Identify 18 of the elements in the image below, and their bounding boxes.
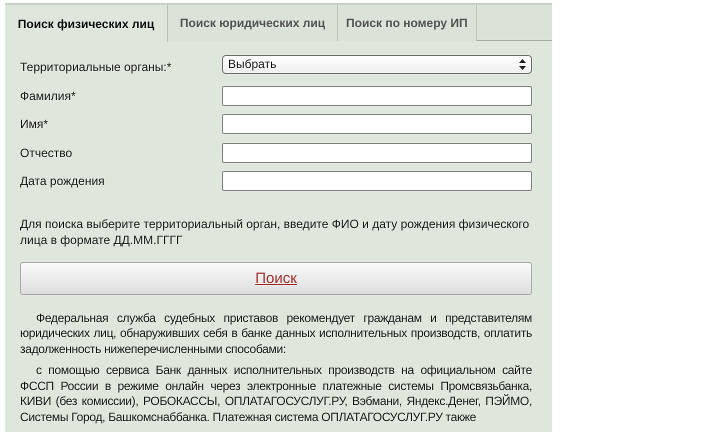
updown-arrows-icon [519, 58, 526, 70]
field-label: Дата рождения [20, 174, 106, 188]
search-tab[interactable]: Поиск по номеру ИП [338, 5, 477, 41]
search-tab[interactable]: Поиск юридических лиц [168, 5, 338, 41]
field-label: Фамилия* [20, 88, 77, 103]
input-field[interactable] [222, 114, 532, 134]
input-field[interactable] [222, 86, 532, 106]
search-tab[interactable]: Поиск физических лиц [5, 5, 168, 42]
search-button[interactable]: Поиск [20, 262, 532, 294]
field-label: Территориальные органы:* [20, 60, 172, 74]
info-paragraph: Федеральная служба судебных приставов рекомендует гражданам и представителям юридических лиц, обнаруживших себя в банке данных исполнительных производств, оплатить задолженность нижеперечисленными способами: [20, 310, 532, 357]
input-field[interactable] [222, 171, 532, 192]
info-paragraph: с помощью сервиса Банк данных исполнительных производств на официальном сайте ФССП России в режиме онлайн через электронные платежные системы Промсвязьбанка, КИВИ (без комиссии), РОБОКАССЫ, ОПЛАТАГОСУСЛУГ.РУ, Вэбмани, Яндекс.Денег, ПЭЙМО, Системы Город, Башкомснаббанка. Платежная система ОПЛАТАГОСУСЛУГ.РУ также [20, 363, 532, 425]
field-label: Отчество [20, 146, 74, 160]
field-label: Имя* [20, 117, 50, 132]
search-hint: Для поиска выберите территориальный орган, введите ФИО и дату рождения физического лица в формате ДД.ММ.ГГГГ [20, 216, 530, 248]
territory-dropdown[interactable]: Выбрать [222, 54, 532, 74]
input-field[interactable] [222, 142, 532, 163]
